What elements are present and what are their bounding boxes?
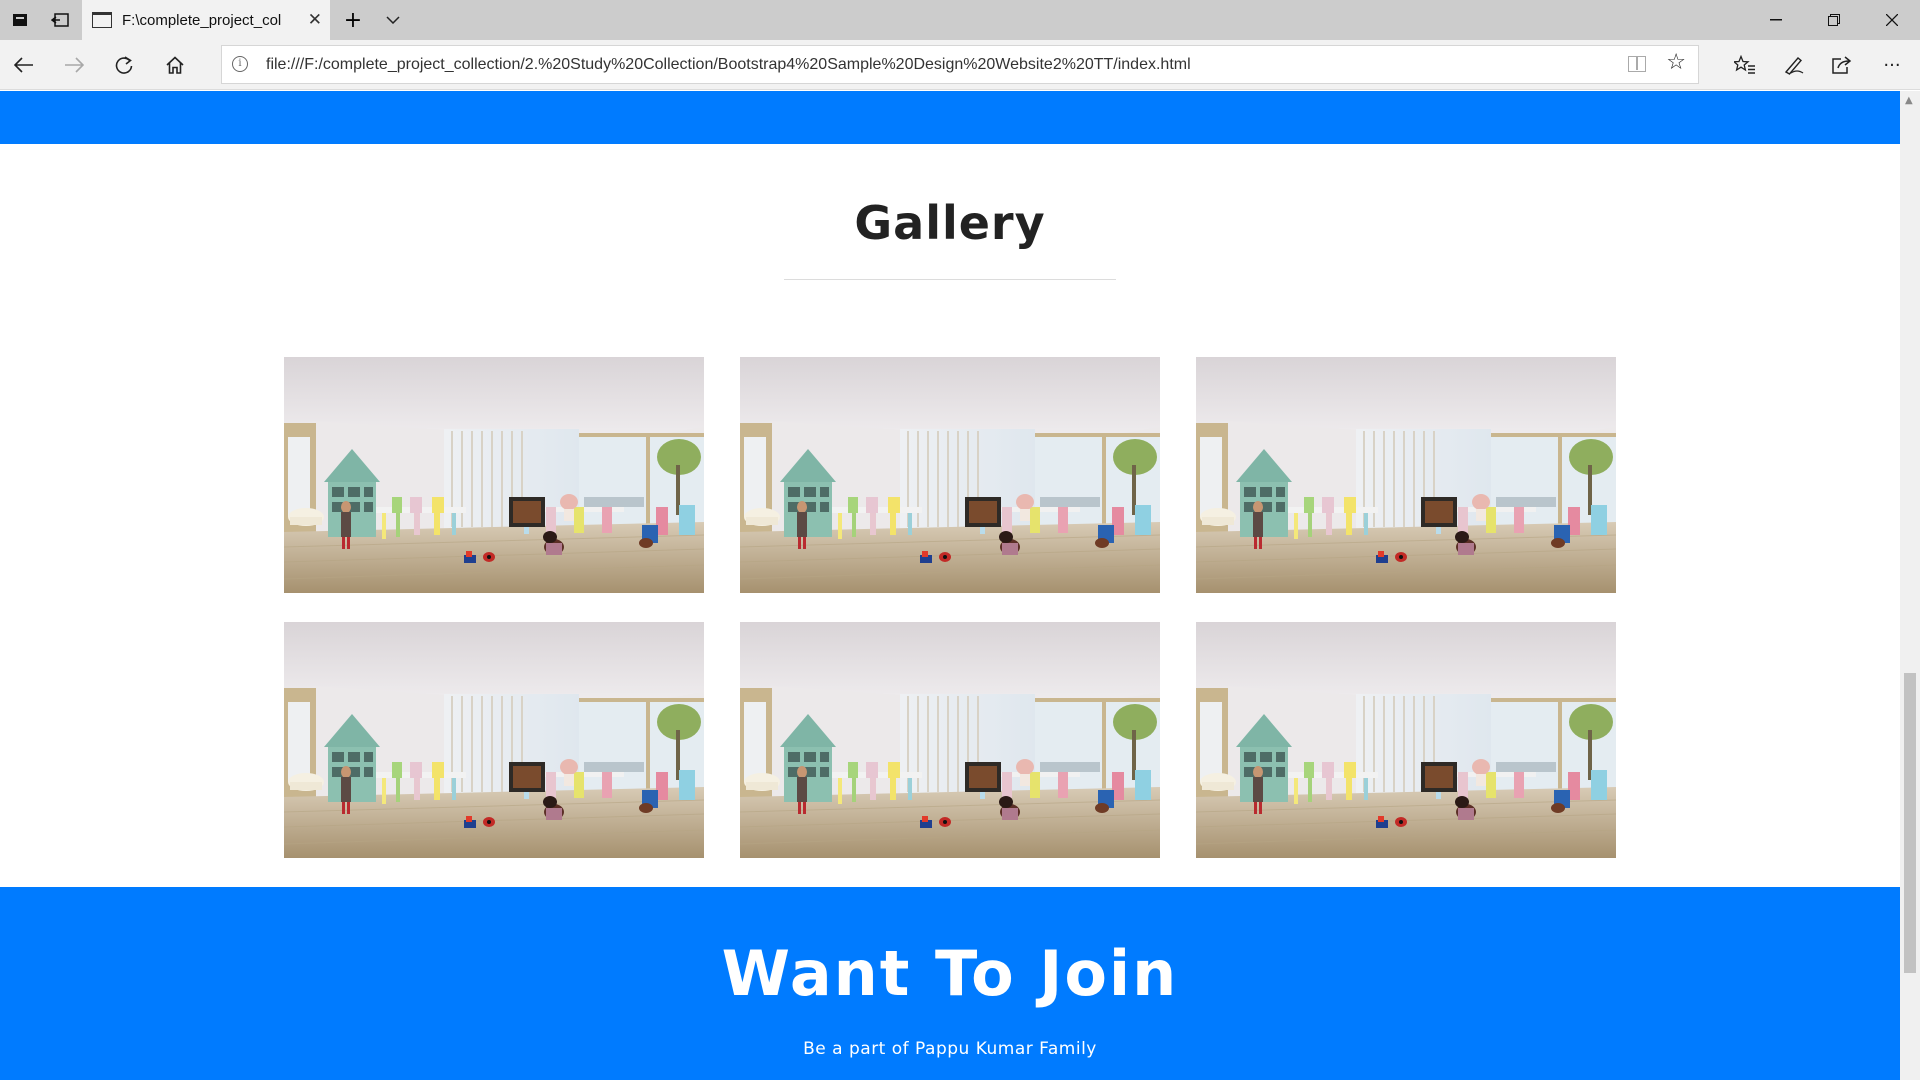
- home-icon[interactable]: [155, 45, 195, 85]
- gallery-image[interactable]: [1196, 357, 1616, 593]
- gallery-image[interactable]: [740, 357, 1160, 593]
- minimize-icon[interactable]: [1748, 0, 1804, 40]
- gallery-image[interactable]: [740, 622, 1160, 858]
- refresh-icon[interactable]: [104, 45, 144, 85]
- scroll-up-icon[interactable]: ▲: [1905, 95, 1913, 106]
- gallery-image[interactable]: [1196, 622, 1616, 858]
- gallery-heading: Gallery: [854, 196, 1046, 250]
- page-icon: [92, 12, 112, 28]
- reading-view-icon[interactable]: [1628, 56, 1646, 72]
- navigation-bar: i file:///F:/complete_project_collection…: [0, 40, 1920, 90]
- url-text[interactable]: file:///F:/complete_project_collection/2…: [266, 46, 1191, 83]
- back-icon[interactable]: [4, 45, 44, 85]
- join-heading: Want To Join: [721, 937, 1179, 1010]
- tab-actions-icon[interactable]: [0, 0, 40, 40]
- restore-icon[interactable]: [1806, 0, 1862, 40]
- scrollbar-thumb[interactable]: [1904, 673, 1916, 973]
- address-bar[interactable]: i file:///F:/complete_project_collection…: [221, 45, 1699, 84]
- chevron-down-icon[interactable]: [373, 0, 413, 40]
- close-window-icon[interactable]: [1864, 0, 1920, 40]
- forward-icon[interactable]: [54, 45, 94, 85]
- join-subtitle: Be a part of Pappu Kumar Family: [803, 1039, 1097, 1059]
- more-menu-icon[interactable]: ···: [1872, 45, 1912, 85]
- pen-notes-icon[interactable]: [1774, 45, 1814, 85]
- favorites-hub-icon[interactable]: [1725, 45, 1765, 85]
- browser-tab-active[interactable]: F:\complete_project_col ✕: [82, 0, 330, 40]
- tab-bar: F:\complete_project_col ✕ +: [0, 0, 1920, 40]
- gallery-image[interactable]: [284, 622, 704, 858]
- new-tab-icon[interactable]: +: [333, 0, 373, 40]
- join-section: Want To Join Be a part of Pappu Kumar Fa…: [0, 887, 1900, 1080]
- gallery-image[interactable]: [284, 357, 704, 593]
- favorite-star-icon[interactable]: ☆: [1666, 50, 1686, 75]
- set-tabs-aside-icon[interactable]: [40, 0, 80, 40]
- heading-divider: [784, 279, 1116, 280]
- page-viewport: Gallery Want To Join Be a part of Pappu …: [0, 91, 1900, 1080]
- close-icon[interactable]: ✕: [308, 10, 322, 30]
- share-icon[interactable]: [1822, 45, 1862, 85]
- tab-title: F:\complete_project_col: [122, 11, 282, 29]
- info-icon[interactable]: i: [232, 56, 248, 72]
- vertical-scrollbar[interactable]: ▲: [1900, 91, 1920, 1080]
- header-band: [0, 91, 1900, 144]
